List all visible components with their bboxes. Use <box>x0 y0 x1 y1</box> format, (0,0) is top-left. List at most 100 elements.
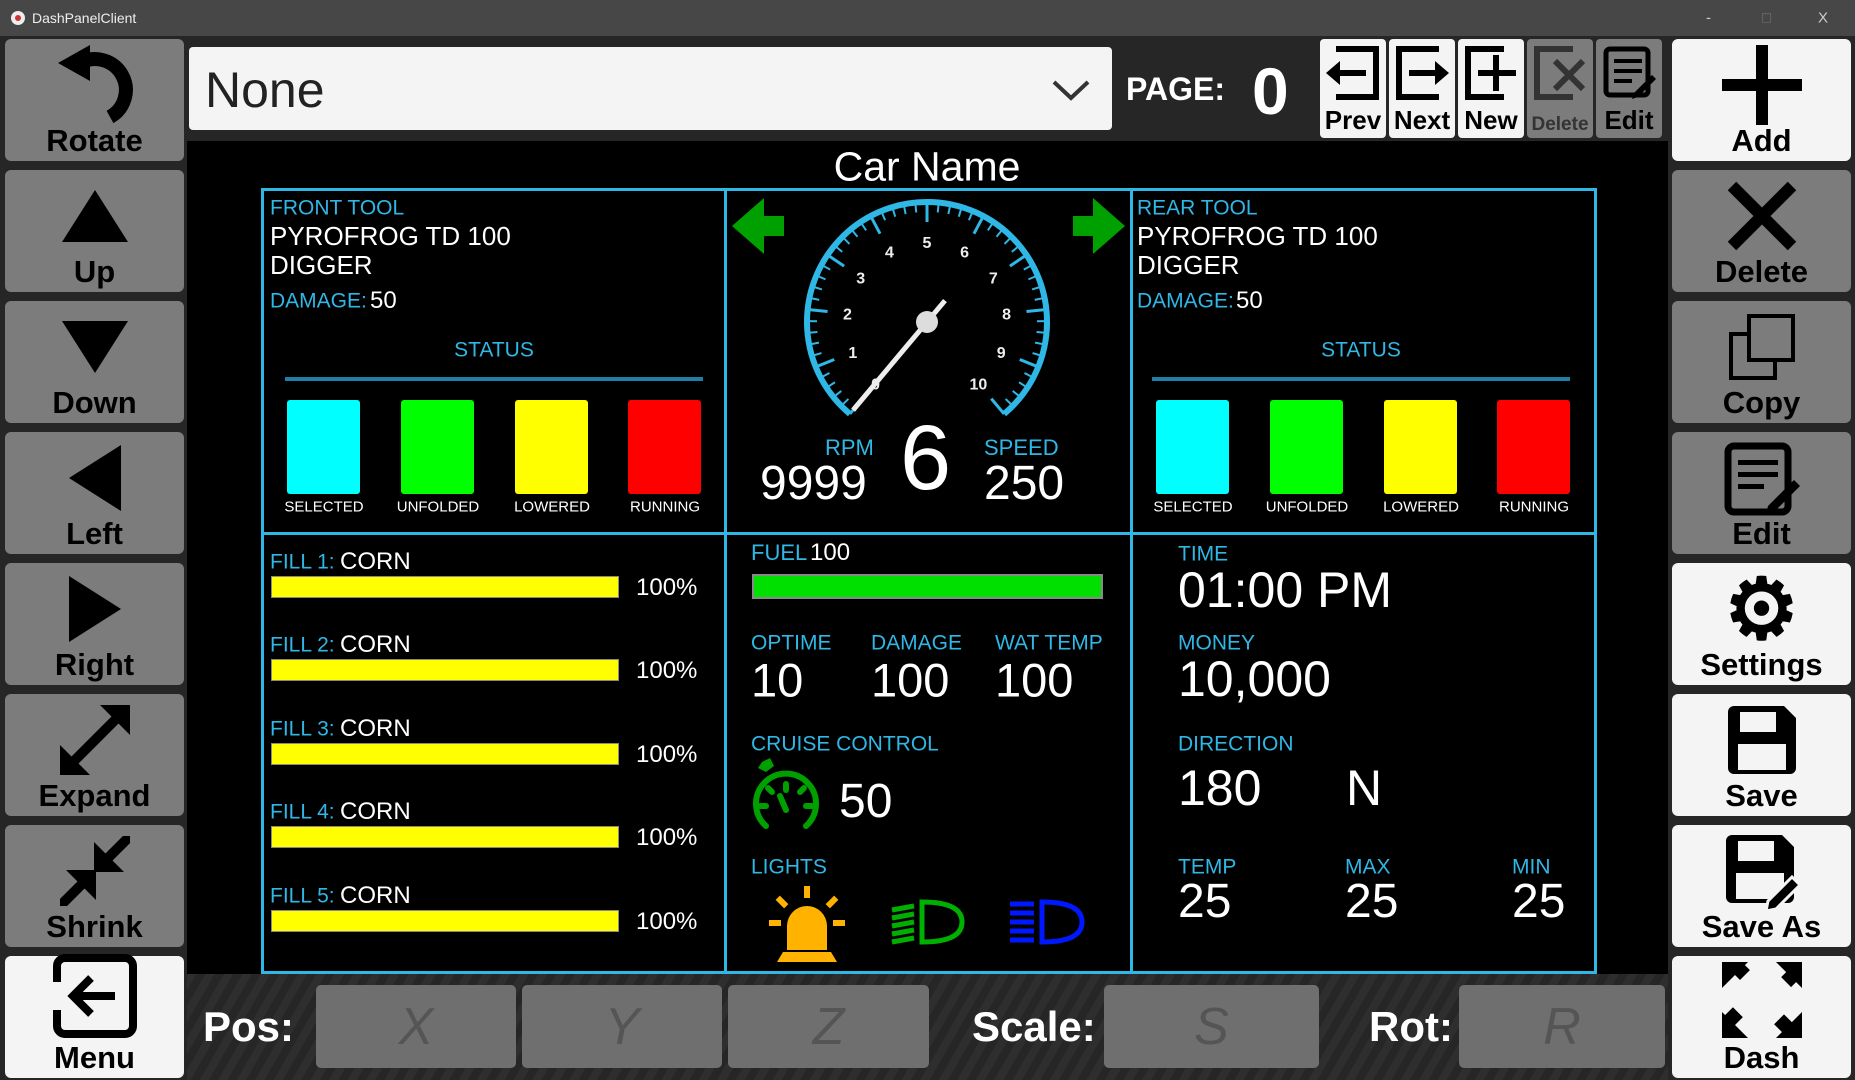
fill-label: FILL 1: <box>270 552 335 573</box>
new-page-button[interactable]: New <box>1458 39 1524 138</box>
fill-percent: 100% <box>636 910 697 934</box>
fill-percent: 100% <box>636 743 697 767</box>
front-tool-name: PYROFROG TD 100 <box>270 223 511 249</box>
gauge-tick <box>808 309 828 311</box>
add-button[interactable]: Add <box>1672 39 1851 161</box>
pos-x-input[interactable]: X <box>316 985 516 1068</box>
down-button[interactable]: Down <box>5 301 184 423</box>
prev-page-button[interactable]: Prev <box>1320 39 1386 138</box>
page-dropdown[interactable]: None <box>189 47 1112 130</box>
direction-label: DIRECTION <box>1178 734 1294 755</box>
copy-button[interactable]: Copy <box>1672 301 1851 423</box>
money-value: 10,000 <box>1178 654 1331 704</box>
status-indicator-running <box>1497 400 1570 494</box>
gauge-tick <box>807 332 817 333</box>
rotation-input[interactable]: R <box>1459 985 1665 1068</box>
copy-icon <box>1672 307 1851 387</box>
front-damage-label: DAMAGE: <box>270 291 367 312</box>
status-indicator-lowered <box>515 400 588 494</box>
prev-page-icon <box>1326 45 1380 101</box>
window-title: DashPanelClient <box>32 11 136 25</box>
fill-label: FILL 5: <box>270 886 335 907</box>
fuel-label: FUEL <box>751 542 807 564</box>
next-page-button[interactable]: Next <box>1389 39 1455 138</box>
rotate-icon <box>5 45 184 125</box>
new-label: New <box>1454 105 1528 136</box>
direction-value: 180 <box>1178 763 1261 813</box>
rotate-button[interactable]: Rotate <box>5 39 184 161</box>
fill-bar <box>271 743 619 765</box>
rear-tool-type: DIGGER <box>1137 252 1240 278</box>
minimize-button[interactable]: - <box>1706 11 1711 26</box>
floppy-disk-icon <box>1672 700 1851 780</box>
rear-tool-name: PYROFROG TD 100 <box>1137 223 1378 249</box>
status-indicator-label: LOWERED <box>497 499 607 516</box>
time-value: 01:00 PM <box>1178 565 1392 615</box>
gauge-tick-label: 3 <box>856 270 865 287</box>
dash-button[interactable]: Dash <box>1672 956 1851 1078</box>
gauge-tick <box>915 203 916 213</box>
gauge-tick-label: 4 <box>885 244 894 261</box>
menu-button[interactable]: Menu <box>5 956 184 1078</box>
fill-label: FILL 4: <box>270 802 335 823</box>
up-button[interactable]: Up <box>5 170 184 292</box>
scale-placeholder: S <box>1194 997 1229 1057</box>
left-button[interactable]: Left <box>5 432 184 554</box>
arrow-right-icon <box>5 569 184 649</box>
fill-type: CORN <box>340 800 411 824</box>
fill-bar <box>271 826 619 848</box>
expand-icon <box>5 700 184 780</box>
fuel-bar <box>752 574 1103 599</box>
save-button[interactable]: Save <box>1672 694 1851 816</box>
page-number: 0 <box>1252 58 1289 124</box>
status-indicator-selected <box>287 400 360 494</box>
fill-percent: 100% <box>636 576 697 600</box>
right-turn-signal-icon <box>1073 198 1125 254</box>
fill-bar <box>271 659 619 681</box>
gauge-tick <box>1020 359 1039 366</box>
prev-label: Prev <box>1316 105 1390 136</box>
edit-page-label: Edit <box>1592 105 1666 136</box>
pos-label: Pos: <box>203 1006 294 1048</box>
gauge-tick <box>871 216 880 234</box>
delete-label: Delete <box>1672 254 1851 290</box>
scale-input[interactable]: S <box>1104 985 1319 1068</box>
min-value: 25 <box>1512 878 1565 926</box>
fuel-value: 100 <box>810 541 850 565</box>
rear-damage-label: DAMAGE: <box>1137 291 1234 312</box>
front-tool-title: FRONT TOOL <box>270 198 404 219</box>
shrink-button[interactable]: Shrink <box>5 825 184 947</box>
delete-page-icon <box>1533 45 1587 101</box>
save-as-icon <box>1672 831 1851 911</box>
high-beam-icon <box>1010 898 1086 946</box>
settings-button[interactable]: ⚙Settings <box>1672 563 1851 685</box>
exit-icon <box>5 956 184 1036</box>
delete-page-button[interactable]: Delete <box>1527 39 1593 138</box>
pos-y-input[interactable]: Y <box>522 985 722 1068</box>
right-button[interactable]: Right <box>5 563 184 685</box>
edit-button[interactable]: Edit <box>1672 432 1851 554</box>
close-icon <box>1672 176 1851 256</box>
save-as-label: Save As <box>1672 909 1851 945</box>
plus-icon <box>1672 45 1851 125</box>
next-label: Next <box>1385 105 1459 136</box>
delete-button[interactable]: Delete <box>1672 170 1851 292</box>
close-button[interactable]: X <box>1818 11 1828 26</box>
save-label: Save <box>1672 778 1851 814</box>
status-indicator-label: RUNNING <box>610 499 720 516</box>
gauge-tick <box>1026 309 1046 311</box>
speed-label: SPEED <box>984 437 1059 459</box>
gauge-tick-label: 7 <box>989 270 998 287</box>
app-icon <box>10 10 26 26</box>
maximize-button[interactable]: □ <box>1762 11 1771 26</box>
pos-z-input[interactable]: Z <box>728 985 929 1068</box>
down-label: Down <box>5 385 184 421</box>
arrow-up-icon <box>5 176 184 256</box>
expand-button[interactable]: Expand <box>5 694 184 816</box>
lights-label: LIGHTS <box>751 857 827 878</box>
edit-page-button[interactable]: Edit <box>1596 39 1662 138</box>
rear-status-label: STATUS <box>1321 340 1401 361</box>
pos-y-placeholder: Y <box>605 997 640 1057</box>
pos-x-placeholder: X <box>399 997 434 1057</box>
save-as-button[interactable]: Save As <box>1672 825 1851 947</box>
